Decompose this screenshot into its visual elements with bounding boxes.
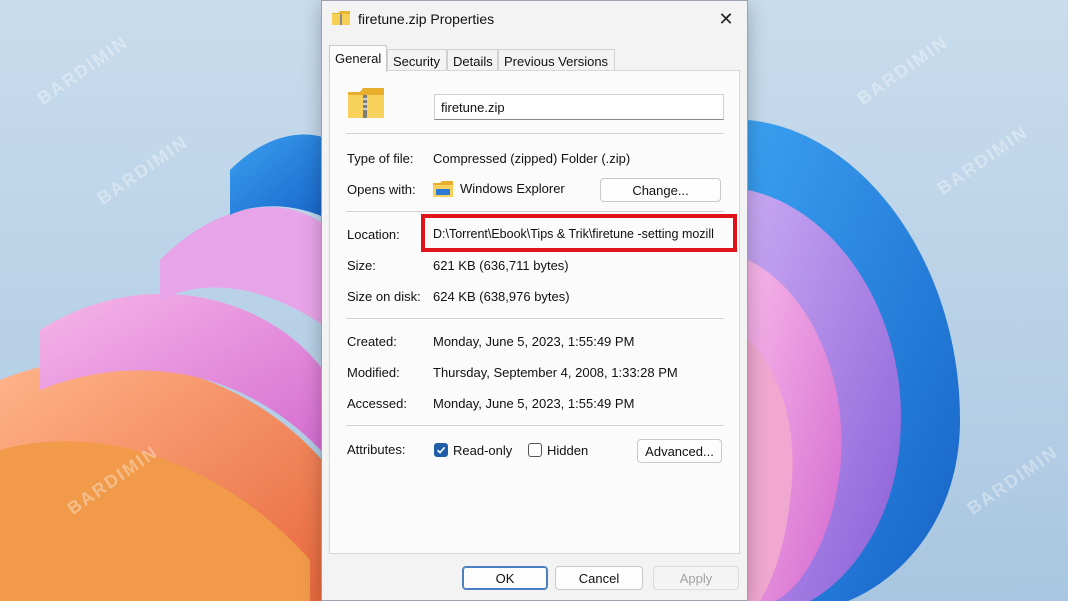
separator	[346, 425, 724, 426]
created-value: Monday, June 5, 2023, 1:55:49 PM	[433, 334, 635, 349]
type-value: Compressed (zipped) Folder (.zip)	[433, 151, 631, 166]
checkmark-icon	[436, 446, 446, 454]
window-title: firetune.zip Properties	[358, 11, 495, 27]
general-panel: Type of file: Compressed (zipped) Folder…	[329, 70, 740, 554]
tab-general[interactable]: General	[329, 45, 387, 72]
size-value: 621 KB (636,711 bytes)	[433, 258, 569, 273]
explorer-folder-icon	[433, 181, 453, 197]
opens-with-value: Windows Explorer	[460, 181, 565, 196]
accessed-label: Accessed:	[347, 396, 407, 411]
size-on-disk-label: Size on disk:	[347, 289, 421, 304]
size-label: Size:	[347, 258, 376, 273]
tab-security[interactable]: Security	[387, 49, 447, 71]
modified-value: Thursday, September 4, 2008, 1:33:28 PM	[433, 365, 678, 380]
tab-previous-versions[interactable]: Previous Versions	[498, 49, 615, 71]
separator	[346, 133, 724, 134]
modified-label: Modified:	[347, 365, 400, 380]
properties-dialog: firetune.zip Properties ✕ General Securi…	[321, 0, 748, 601]
file-name-input[interactable]	[434, 94, 724, 120]
title-bar[interactable]: firetune.zip Properties ✕	[322, 1, 747, 39]
attributes-label: Attributes:	[347, 442, 406, 457]
size-on-disk-value: 624 KB (638,976 bytes)	[433, 289, 570, 304]
close-icon: ✕	[718, 8, 734, 29]
cancel-button[interactable]: Cancel	[555, 566, 643, 590]
readonly-label[interactable]: Read-only	[453, 443, 512, 458]
advanced-button[interactable]: Advanced...	[637, 439, 722, 463]
created-label: Created:	[347, 334, 397, 349]
zip-folder-icon	[332, 11, 350, 25]
location-label: Location:	[347, 227, 400, 242]
opens-with-label: Opens with:	[347, 182, 416, 197]
type-label: Type of file:	[347, 151, 414, 166]
readonly-checkbox[interactable]	[434, 443, 448, 457]
accessed-value: Monday, June 5, 2023, 1:55:49 PM	[433, 396, 635, 411]
hidden-checkbox[interactable]	[528, 443, 542, 457]
ok-button[interactable]: OK	[462, 566, 548, 590]
zip-file-icon	[348, 88, 384, 118]
separator	[346, 318, 724, 319]
close-button[interactable]: ✕	[711, 5, 741, 33]
change-button[interactable]: Change...	[600, 178, 721, 202]
hidden-label[interactable]: Hidden	[547, 443, 588, 458]
location-highlight-box	[421, 214, 737, 252]
tab-details[interactable]: Details	[447, 49, 498, 71]
apply-button[interactable]: Apply	[653, 566, 739, 590]
separator	[346, 211, 724, 212]
